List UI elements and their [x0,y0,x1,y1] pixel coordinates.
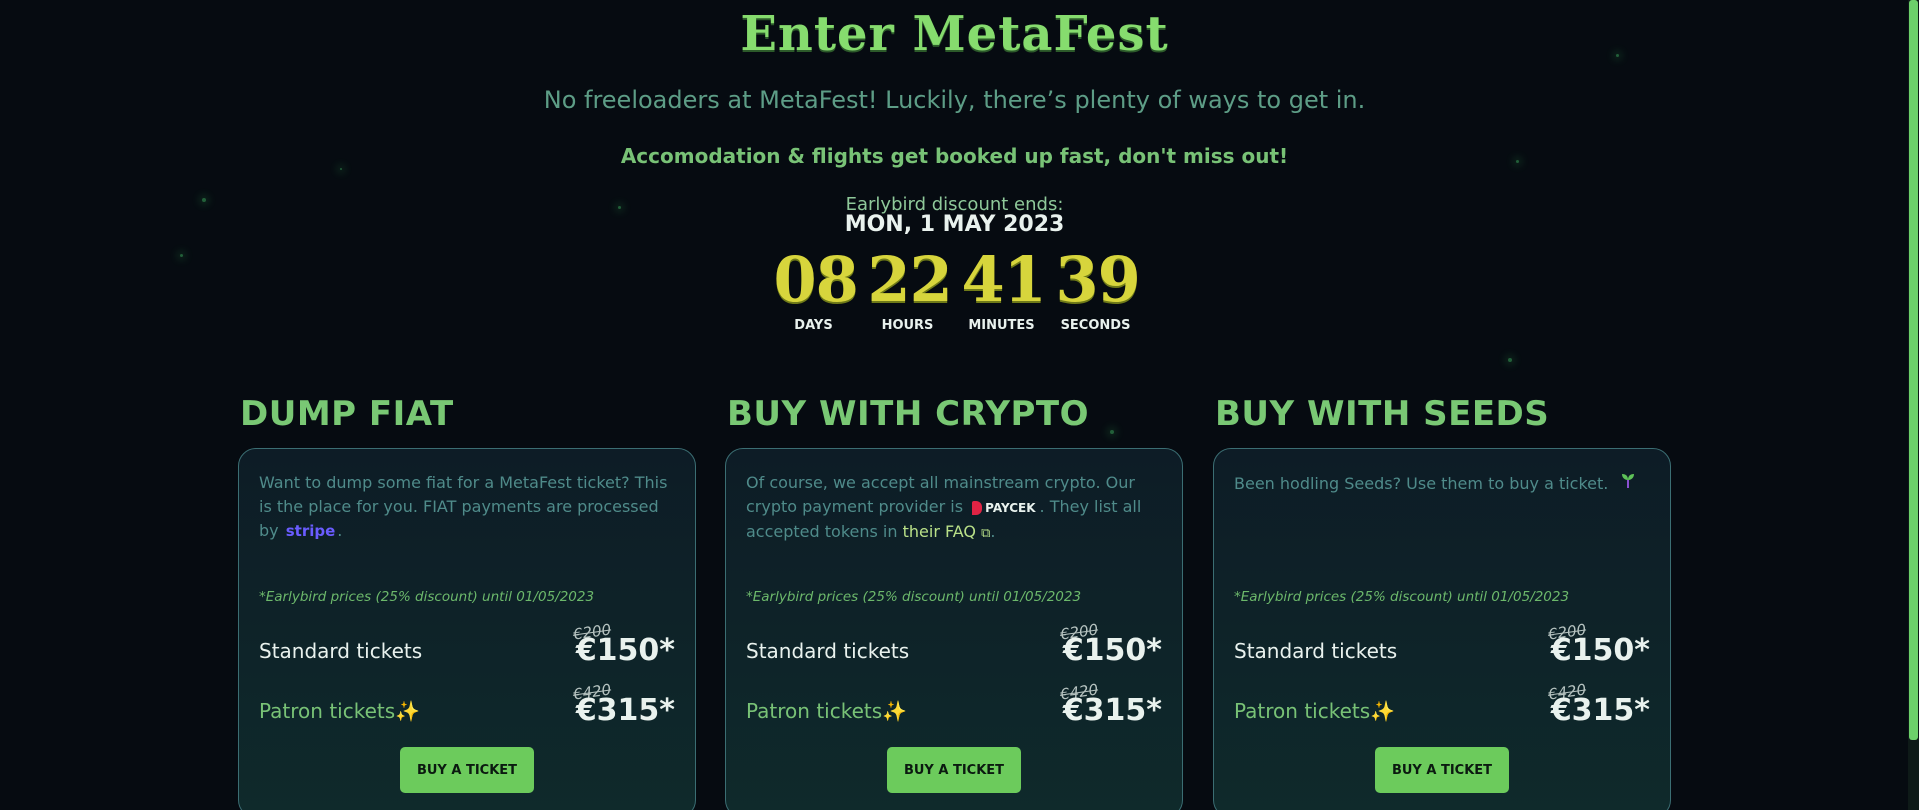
buy-ticket-button[interactable]: BUY A TICKET [400,747,534,793]
countdown-label: SECONDS [1060,318,1131,333]
paycek-icon [972,500,983,515]
patron-ticket-label: Patron tickets✨ [259,699,421,723]
new-price: €315* [1550,693,1650,728]
page-scrollbar[interactable] [1908,0,1919,810]
description-text: . [990,521,996,541]
new-price: €315* [1062,693,1162,728]
patron-ticket-label: Patron tickets✨ [746,699,908,723]
countdown-value: 41 [961,243,1047,316]
countdown-label: HOURS [881,318,934,333]
crypto-heading: BUY WITH CRYPTO [727,394,1090,434]
countdown-value: 08 [773,243,859,316]
crypto-card: Of course, we accept all mainstream cryp… [725,448,1183,810]
seed-icon [1619,474,1637,493]
new-price: €150* [1062,633,1162,668]
seeds-card: Been hodling Seeds? Use them to buy a ti… [1213,448,1671,810]
external-link-icon: ⧉ [981,525,991,541]
countdown-label: MINUTES [968,318,1035,333]
seeds-column: BUY WITH SEEDS Been hodling Seeds? Use t… [1213,394,1671,810]
patron-ticket-row: Patron tickets✨ €420 €315* [1234,680,1650,743]
standard-ticket-label: Standard tickets [746,639,910,663]
fiat-column: DUMP FIAT Want to dump some fiat for a M… [238,394,696,810]
paycek-logo: PAYCEK [972,496,1036,520]
buy-ticket-button[interactable]: BUY A TICKET [1375,747,1509,793]
standard-ticket-row: Standard tickets €200 €150* [746,620,1162,683]
earlybird-date: MON, 1 MAY 2023 [844,212,1065,237]
page-subtitle: No freeloaders at MetaFest! Luckily, the… [543,86,1366,114]
booking-warning: Accomodation & flights get booked up fas… [620,144,1289,168]
background-star [340,168,342,170]
patron-ticket-row: Patron tickets✨ €420 €315* [259,680,675,743]
standard-ticket-row: Standard tickets €200 €150* [259,620,675,683]
seeds-heading: BUY WITH SEEDS [1215,394,1550,434]
seed-icon-svg [1622,474,1635,488]
seeds-description: Been hodling Seeds? Use them to buy a ti… [1234,471,1650,589]
crypto-column: BUY WITH CRYPTO Of course, we accept all… [725,394,1183,810]
description-text: . [337,521,343,540]
countdown-days: 08 DAYS [773,243,859,334]
countdown-value: 22 [867,243,953,316]
earlybird-note: *Earlybird prices (25% discount) until 0… [746,589,1082,605]
countdown-value: 39 [1055,243,1141,316]
stripe-logo: stripe [285,522,336,540]
countdown-timer: 08 DAYS 22 HOURS 41 MINUTES 39 SECONDS [0,243,1909,334]
page-title: Enter MetaFest [740,6,1169,62]
fiat-card: Want to dump some fiat for a MetaFest ti… [238,448,696,810]
faq-link-text[interactable]: their FAQ [903,522,976,541]
standard-ticket-label: Standard tickets [1234,639,1398,663]
buy-ticket-button[interactable]: BUY A TICKET [887,747,1021,793]
description-text: Been hodling Seeds? Use them to buy a ti… [1234,474,1609,493]
faq-link[interactable]: their FAQ ⧉ [903,522,991,541]
countdown-label: DAYS [794,318,833,333]
patron-ticket-row: Patron tickets✨ €420 €315* [746,680,1162,743]
new-price: €150* [1550,633,1650,668]
paycek-wordmark: PAYCEK [985,500,1036,515]
scrollbar-thumb[interactable] [1909,0,1918,740]
patron-ticket-label: Patron tickets✨ [1234,699,1396,723]
countdown-hours: 22 HOURS [867,243,953,334]
background-star [1508,358,1512,362]
earlybird-note: *Earlybird prices (25% discount) until 0… [1234,589,1570,605]
crypto-description: Of course, we accept all mainstream cryp… [746,471,1162,589]
new-price: €315* [575,693,675,728]
standard-ticket-label: Standard tickets [259,639,423,663]
countdown-minutes: 41 MINUTES [961,243,1047,334]
fiat-description: Want to dump some fiat for a MetaFest ti… [259,471,675,589]
standard-ticket-row: Standard tickets €200 €150* [1234,620,1650,683]
new-price: €150* [575,633,675,668]
fiat-heading: DUMP FIAT [240,394,454,434]
countdown-seconds: 39 SECONDS [1055,243,1141,334]
earlybird-note: *Earlybird prices (25% discount) until 0… [259,589,595,605]
